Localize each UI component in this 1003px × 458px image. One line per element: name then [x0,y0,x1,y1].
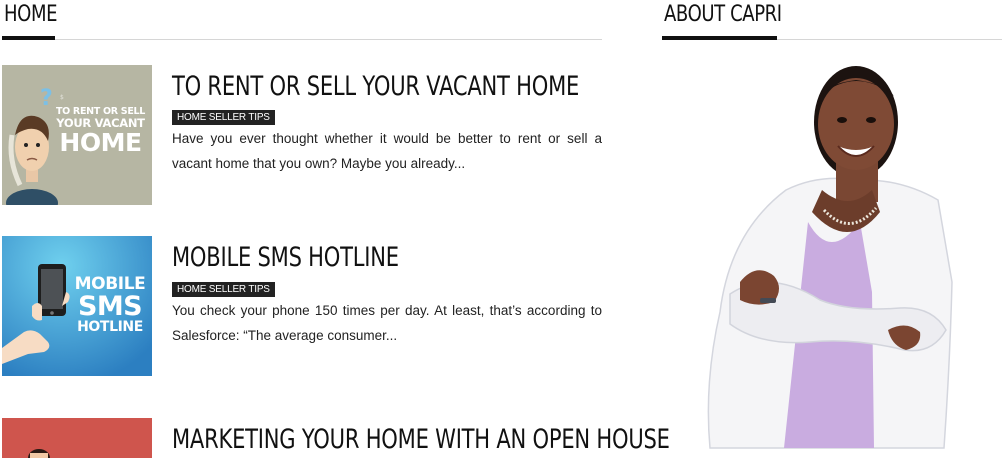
thumb-caption: TO RENT OR SELL YOUR VACANT HOME [53,107,148,155]
thumb-caption: MOBILE SMS HOTLINE [71,276,149,335]
post-title-link[interactable]: TO RENT OR SELL YOUR VACANT HOME [172,71,579,103]
thumb-caption-line: HOME [59,128,142,157]
post-thumbnail-open-house[interactable] [2,418,152,458]
post-thumbnail-mobile-sms[interactable]: MOBILE SMS HOTLINE [2,236,152,376]
post-excerpt: Have you ever thought whether it would b… [172,131,602,171]
about-capri-photo [700,62,960,458]
post-excerpt: You check your phone 150 times per day. … [172,303,602,343]
category-badge[interactable]: HOME SELLER TIPS [172,110,275,125]
capri-portrait-image [707,66,953,449]
about-section-title: ABOUT CAPRI [664,2,782,27]
post-title-link[interactable]: MOBILE SMS HOTLINE [172,242,399,274]
about-title-underline [662,36,777,40]
open-house-thumbnail-image [2,418,152,458]
thumb-caption-line: SMS [78,291,143,322]
home-section-header: HOME [2,0,602,40]
svg-text:?: ? [40,86,53,111]
about-section-header: ABOUT CAPRI [662,0,1002,40]
svg-text:$: $ [60,94,64,101]
category-badge[interactable]: HOME SELLER TIPS [172,282,275,297]
home-title-underline [2,36,55,40]
post-title-link[interactable]: MARKETING YOUR HOME WITH AN OPEN HOUSE [172,424,670,456]
thumb-caption-line: HOTLINE [77,319,143,335]
home-section-title: HOME [4,2,58,27]
post-thumbnail-rent-or-sell[interactable]: ? $ TO RENT OR SELL YOUR VACANT HOME [2,65,152,205]
